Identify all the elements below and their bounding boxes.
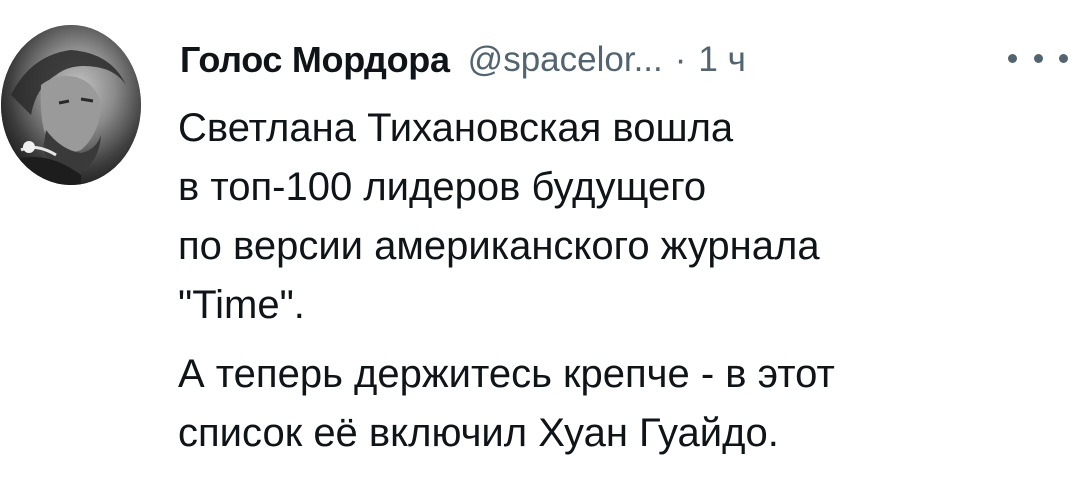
tweet-line: список её включил Хуан Гуайдо. [178, 411, 779, 455]
more-dot [1008, 53, 1017, 63]
tweet-line: Светлана Тихановская вошла [178, 106, 734, 150]
tweet-paragraph: Светлана Тихановская вошла в топ-100 лид… [178, 99, 1058, 335]
tweet-line: "Time". [178, 283, 305, 327]
more-dot [1033, 53, 1043, 63]
author-handle[interactable]: @spacelor... [468, 40, 663, 80]
separator-dot: · [674, 40, 687, 79]
tweet: Голос Мордора @spacelor... · 1 ч Светлан… [0, 0, 1080, 504]
tweet-paragraph: А теперь держитесь крепче - в этот списо… [178, 345, 1058, 463]
avatar[interactable] [1, 25, 141, 185]
tweet-timestamp[interactable]: 1 ч [698, 40, 745, 80]
tweet-line: А теперь держитесь крепче - в этот [178, 352, 835, 396]
tweet-header: Голос Мордора @spacelor... · 1 ч [180, 34, 746, 86]
author-name[interactable]: Голос Мордора [180, 39, 450, 81]
more-dot [1059, 53, 1068, 63]
avatar-image [1, 25, 141, 185]
tweet-line: в топ-100 лидеров будущего [178, 165, 707, 209]
more-options-icon[interactable] [1008, 38, 1068, 78]
tweet-text: Светлана Тихановская вошла в топ-100 лид… [178, 99, 1058, 463]
tweet-line: по версии американского журнала [178, 224, 820, 268]
